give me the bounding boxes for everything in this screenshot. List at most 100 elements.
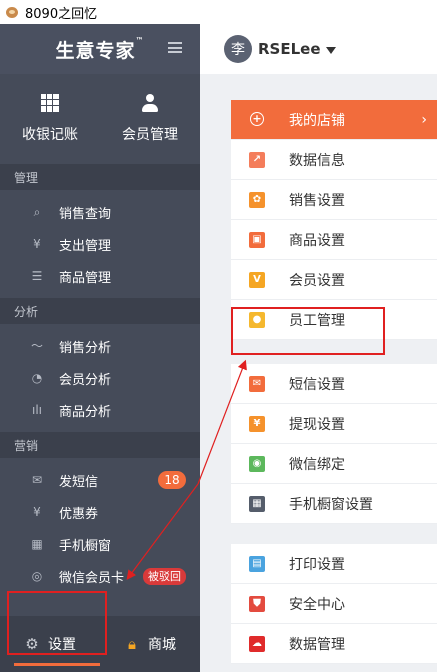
menu-label: 手机橱窗设置	[289, 496, 373, 513]
sms-count-badge: 18	[158, 471, 186, 489]
person-icon: ●	[249, 311, 265, 328]
menu-label: 数据信息	[289, 152, 345, 169]
section-analysis: 〜 销售分析 ◔ 会员分析 ılı 商品分析	[0, 324, 200, 432]
menu-sms-settings[interactable]: ✉ 短信设置	[231, 364, 437, 404]
quick-cashier-label: 收银记账	[22, 127, 78, 143]
topbar: 李 RSELee	[200, 24, 437, 74]
quick-members-button[interactable]: 会员管理	[100, 74, 200, 164]
chevron-right-icon: ›	[421, 112, 427, 128]
sidebar-item-label: 支出管理	[59, 238, 112, 254]
box-icon: ☰	[31, 269, 43, 283]
sidebar-item-sales-query[interactable]: ⌕ 销售查询	[0, 196, 200, 228]
menu-label: 我的店铺	[289, 112, 345, 129]
settings-group-system: ▤ 打印设置 ⛊ 安全中心 ☁ 数据管理	[231, 544, 437, 664]
sidebar-item-wechat-card[interactable]: ◎ 微信会员卡 被驳回	[0, 560, 200, 592]
user-icon	[141, 94, 159, 112]
section-header-marketing: 营销	[0, 432, 200, 458]
grid-icon	[41, 94, 59, 112]
sidebar-item-label: 商品分析	[59, 404, 112, 420]
sidebar-item-label: 手机橱窗	[59, 538, 112, 554]
gear-icon: ⚙	[25, 635, 39, 653]
sidebar-item-label: 销售查询	[59, 206, 112, 222]
settings-label: 设置	[48, 637, 76, 653]
menu-wechat-binding[interactable]: ◉ 微信绑定	[231, 444, 437, 484]
gift-icon: ▣	[249, 231, 265, 248]
menu-sales-settings[interactable]: ✿ 销售设置	[231, 180, 437, 220]
app-icon	[4, 4, 20, 20]
shopping-bag-icon: 🔒︎	[128, 635, 136, 653]
settings-group-comm: ✉ 短信设置 ¥ 提现设置 ◉ 微信绑定 ▦ 手机橱窗设置	[231, 364, 437, 524]
mall-label: 商城	[148, 637, 176, 653]
menu-label: 商品设置	[289, 232, 345, 249]
sidebar-item-label: 会员分析	[59, 372, 112, 388]
mall-button[interactable]: 🔒︎ 商城	[100, 616, 200, 672]
menu-label: 短信设置	[289, 376, 345, 393]
window-title: 8090之回忆	[25, 6, 98, 22]
search-list-icon: ⌕	[33, 205, 41, 219]
yen-icon: ¥	[249, 415, 265, 432]
envelope-icon: ✉	[249, 375, 265, 392]
menu-member-settings[interactable]: V 会员设置	[231, 260, 437, 300]
rejected-status-badge: 被驳回	[143, 568, 186, 585]
sidebar-item-sales-analysis[interactable]: 〜 销售分析	[0, 330, 200, 362]
menu-mobile-showcase-settings[interactable]: ▦ 手机橱窗设置	[231, 484, 437, 524]
line-chart-icon: 〜	[30, 339, 43, 353]
printer-icon: ▤	[249, 555, 265, 572]
sidebar-item-expense[interactable]: ¥ 支出管理	[0, 228, 200, 260]
wechat-icon: ◎	[31, 569, 43, 583]
bar-chart-icon: ılı	[31, 403, 42, 417]
user-name-dropdown[interactable]: RSELee	[258, 40, 321, 58]
qr-icon: ▦	[31, 537, 43, 551]
sidebar: 生意专家™ 收银记账 会员管理 管理 ⌕ 销售查询 ¥ 支出管理 ☰ 商品管理 …	[0, 24, 200, 672]
menu-data-management[interactable]: ☁ 数据管理	[231, 624, 437, 664]
section-marketing: ✉ 发短信 18 ¥ 优惠券 ▦ 手机橱窗 ◎ 微信会员卡 被驳回	[0, 458, 200, 598]
qr-icon: ▦	[249, 495, 265, 512]
menu-label: 安全中心	[289, 596, 345, 613]
gear-icon: ✿	[249, 191, 265, 208]
brand-logo: 生意专家™	[55, 35, 145, 62]
sidebar-item-coupon[interactable]: ¥ 优惠券	[0, 496, 200, 528]
menu-withdraw-settings[interactable]: ¥ 提现设置	[231, 404, 437, 444]
menu-label: 数据管理	[289, 636, 345, 653]
menu-goods-settings[interactable]: ▣ 商品设置	[231, 220, 437, 260]
caret-down-icon[interactable]	[325, 46, 336, 54]
section-manage: ⌕ 销售查询 ¥ 支出管理 ☰ 商品管理	[0, 190, 200, 298]
coupon-icon: ¥	[33, 505, 41, 519]
plus-circle-icon: +	[249, 111, 265, 128]
hamburger-menu-icon[interactable]	[168, 42, 182, 53]
section-header-manage: 管理	[0, 164, 200, 190]
sidebar-item-label: 微信会员卡	[59, 570, 125, 586]
menu-label: 微信绑定	[289, 456, 345, 473]
sidebar-item-goods[interactable]: ☰ 商品管理	[0, 260, 200, 292]
quick-cashier-button[interactable]: 收银记账	[0, 74, 100, 164]
settings-group-store: + 我的店铺 › ↗ 数据信息 ✿ 销售设置 ▣ 商品设置 V 会员设置 ● 员…	[231, 100, 437, 340]
menu-label: 提现设置	[289, 416, 345, 433]
envelope-icon: ✉	[31, 473, 43, 487]
wechat-icon: ◉	[249, 455, 265, 472]
sidebar-bottom-bar: ⚙ 设置 🔒︎ 商城	[0, 616, 200, 672]
menu-staff-management[interactable]: ● 员工管理	[231, 300, 437, 340]
quick-members-label: 会员管理	[122, 127, 178, 143]
settings-main: + 我的店铺 › ↗ 数据信息 ✿ 销售设置 ▣ 商品设置 V 会员设置 ● 员…	[200, 74, 437, 672]
menu-data-info[interactable]: ↗ 数据信息	[231, 140, 437, 180]
sidebar-item-label: 发短信	[59, 474, 99, 490]
settings-button[interactable]: ⚙ 设置	[0, 616, 100, 672]
menu-security-center[interactable]: ⛊ 安全中心	[231, 584, 437, 624]
sidebar-item-mobile-showcase[interactable]: ▦ 手机橱窗	[0, 528, 200, 560]
chart-icon: ↗	[249, 151, 265, 168]
avatar[interactable]: 李	[224, 35, 252, 63]
menu-print-settings[interactable]: ▤ 打印设置	[231, 544, 437, 584]
sidebar-item-label: 销售分析	[59, 340, 112, 356]
sidebar-item-member-analysis[interactable]: ◔ 会员分析	[0, 362, 200, 394]
sidebar-item-sms[interactable]: ✉ 发短信 18	[0, 464, 200, 496]
section-header-analysis: 分析	[0, 298, 200, 324]
menu-label: 会员设置	[289, 272, 345, 289]
sidebar-item-label: 优惠券	[59, 506, 99, 522]
menu-my-store[interactable]: + 我的店铺 ›	[231, 100, 437, 140]
menu-label: 打印设置	[289, 556, 345, 573]
shield-icon: ⛊	[249, 595, 265, 612]
yen-icon: ¥	[33, 237, 41, 251]
v-icon: V	[249, 271, 265, 288]
sidebar-item-goods-analysis[interactable]: ılı 商品分析	[0, 394, 200, 426]
quick-actions: 收银记账 会员管理	[0, 74, 200, 164]
